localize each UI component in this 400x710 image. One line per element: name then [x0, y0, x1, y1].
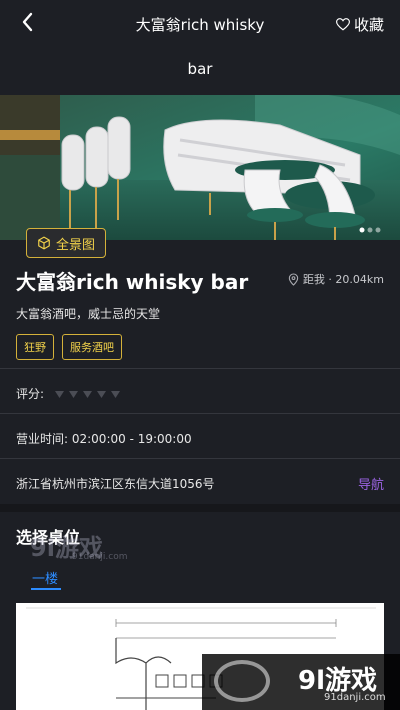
rating-star-icon: [110, 388, 121, 398]
rating-star-icon: [54, 388, 65, 398]
rating-row: 评分:: [0, 368, 400, 413]
panorama-button[interactable]: 全景图: [26, 228, 106, 258]
hero-image[interactable]: [0, 95, 400, 240]
tag-list: 狂野 服务酒吧: [16, 334, 122, 360]
tab-first-floor[interactable]: 一楼: [32, 568, 58, 587]
panorama-label: 全景图: [55, 237, 95, 253]
tab-indicator: [31, 588, 61, 590]
rating-label: 评分:: [16, 387, 45, 401]
venue-description: 大富翁酒吧，威士忌的天堂: [16, 307, 161, 321]
watermark-url: 91danji.com: [324, 692, 386, 703]
section-divider: [0, 504, 400, 512]
tag: 狂野: [16, 334, 54, 360]
navigate-button[interactable]: 导航: [358, 474, 384, 493]
address-row: 浙江省杭州市滨江区东信大道1056号 导航: [0, 458, 400, 504]
rating-star-icon: [82, 388, 93, 398]
distance-info: 距我 · 20.04km: [288, 271, 384, 287]
location-pin-icon: [288, 272, 299, 286]
heart-icon: [335, 18, 350, 31]
rating-stars: [54, 388, 121, 398]
page-title-continued: bar: [187, 60, 213, 78]
watermark-circle: [214, 660, 270, 702]
watermark-url: 91danji.com: [72, 552, 128, 562]
top-bar: 大富翁rich whisky bar 收藏: [0, 0, 400, 95]
address-text: 浙江省杭州市滨江区东信大道1056号: [16, 477, 215, 491]
distance-text: 距我 · 20.04km: [302, 273, 384, 286]
rating-star-icon: [96, 388, 107, 398]
tag: 服务酒吧: [62, 334, 122, 360]
hours-row: 营业时间: 02:00:00 - 19:00:00: [0, 413, 400, 458]
cube-icon: [38, 236, 50, 250]
favorite-label: 收藏: [353, 16, 384, 34]
watermark-badge: 9l游戏 91danji.com: [202, 654, 400, 710]
business-hours: 营业时间: 02:00:00 - 19:00:00: [16, 432, 192, 446]
rating-star-icon: [68, 388, 79, 398]
favorite-button[interactable]: 收藏: [335, 14, 384, 35]
venue-name: 大富翁rich whisky bar: [16, 270, 249, 294]
